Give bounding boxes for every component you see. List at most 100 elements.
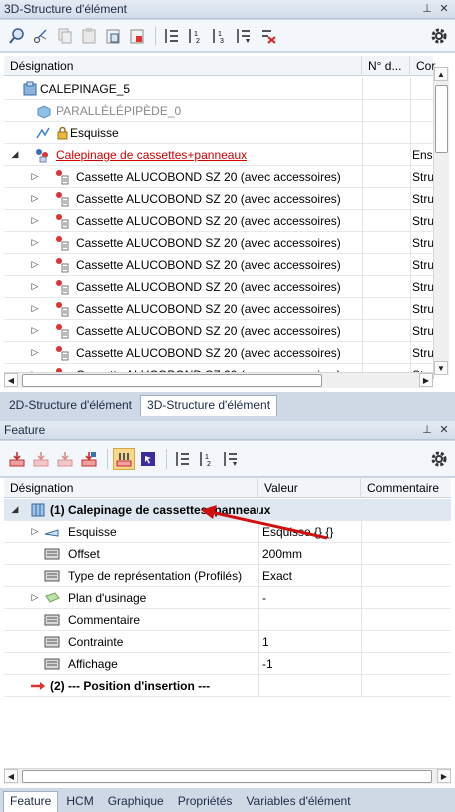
tree-horizontal-scrollbar[interactable]: ◀ ▶ [4, 372, 433, 388]
feature-recalc-sel-button[interactable] [78, 448, 100, 470]
sort-down-button[interactable] [233, 25, 255, 47]
feature-row-value[interactable]: Exact [262, 565, 358, 587]
expand-icon[interactable]: ▷ [30, 215, 40, 225]
close-icon[interactable]: ✕ [437, 2, 451, 16]
feature-row[interactable]: Contrainte 1 [4, 631, 451, 653]
feature-horizontal-scrollbar[interactable]: ◀ ▶ [4, 768, 451, 784]
tree-row[interactable]: PARALLÉLÉPIPÈDE_0 [4, 100, 433, 122]
feature-row-value[interactable]: 200mm [262, 543, 358, 565]
feature-recalc-button[interactable] [6, 448, 28, 470]
feature-row-comment[interactable] [365, 609, 449, 631]
expand-icon[interactable]: ▷ [30, 193, 40, 203]
collapse-icon[interactable]: ◢ [10, 149, 20, 159]
tab-hcm[interactable]: HCM [60, 792, 99, 812]
column-designation[interactable]: Désignation [4, 478, 258, 498]
feature-settings-gear-icon[interactable] [429, 449, 449, 469]
scroll-up-arrow[interactable]: ▲ [434, 67, 448, 81]
feature-sort-down-button[interactable] [220, 448, 242, 470]
tab-feature[interactable]: Feature [3, 791, 59, 812]
feature-close-icon[interactable]: ✕ [437, 423, 451, 437]
feature-active-toggle-button[interactable] [113, 447, 135, 470]
feature-row[interactable]: Type de représentation (Profilés) Exact [4, 565, 451, 587]
expand-icon[interactable]: ▷ [30, 171, 40, 181]
tree-row[interactable]: ▷ Cassette ALUCOBOND SZ 20 (avec accessoi… [4, 210, 434, 232]
tree-row[interactable]: ▷ Cassette ALUCOBOND SZ 20 (avec accessoi… [4, 254, 434, 276]
cut-button[interactable] [30, 25, 52, 47]
expand-icon[interactable]: ▷ [30, 347, 40, 357]
find-button[interactable] [6, 25, 28, 47]
feature-row-comment[interactable] [365, 565, 449, 587]
expand-icon[interactable]: ▷ [30, 592, 40, 602]
feature-row-comment[interactable] [365, 631, 449, 653]
tree-vscroll-thumb[interactable] [435, 85, 448, 153]
pin-icon[interactable]: ⊥ [420, 2, 434, 16]
feature-pin-icon[interactable]: ⊥ [420, 423, 434, 437]
tree-row-cor: Stru [412, 214, 434, 228]
tab-3d-structure[interactable]: 3D-Structure d'élément [140, 395, 278, 416]
feature-sort-button[interactable] [172, 448, 194, 470]
collapse-icon[interactable]: ◢ [10, 504, 20, 514]
feature-row[interactable]: Offset 200mm [4, 543, 451, 565]
feature-row-value[interactable]: - [262, 587, 358, 609]
tree-vertical-scrollbar[interactable]: ▲ ▼ [433, 67, 449, 375]
feature-row-comment[interactable] [365, 499, 449, 521]
scroll-right-arrow[interactable]: ▶ [419, 373, 433, 387]
column-valeur[interactable]: Valeur [258, 478, 361, 498]
feature-row-comment[interactable] [365, 675, 449, 697]
expand-icon[interactable]: ▷ [30, 237, 40, 247]
scroll-left-arrow[interactable]: ◀ [4, 373, 18, 387]
paste-special-button[interactable] [102, 25, 124, 47]
scroll-down-arrow[interactable]: ▼ [434, 361, 448, 375]
tree-hscroll-thumb[interactable] [22, 374, 322, 387]
tab-2d-structure[interactable]: 2D-Structure d'élément [3, 396, 138, 416]
feature-row-value[interactable]: 1 [262, 631, 358, 653]
tree-row[interactable]: ▷ Cassette ALUCOBOND SZ 20 (avec accessoi… [4, 276, 434, 298]
feature-recalc-all-button[interactable] [54, 448, 76, 470]
expand-icon[interactable]: ▷ [30, 303, 40, 313]
feature-scroll-left-arrow[interactable]: ◀ [4, 769, 18, 783]
feature-row-comment[interactable] [365, 653, 449, 675]
feature-row[interactable]: ▷ Plan d'usinage - [4, 587, 451, 609]
feature-row-comment[interactable] [365, 543, 449, 565]
feature-select-button[interactable] [137, 448, 159, 470]
feature-sort-12-button[interactable]: 12 [196, 448, 218, 470]
tree-row[interactable]: ▷ Cassette ALUCOBOND SZ 20 (avec accessoi… [4, 342, 434, 364]
feature-row-comment[interactable] [365, 521, 449, 543]
feature-row-comment[interactable] [365, 587, 449, 609]
tree-row[interactable]: ▷ Cassette ALUCOBOND SZ 20 (avec accessoi… [4, 298, 434, 320]
feature-row-value[interactable] [262, 609, 358, 631]
feature-scroll-right-arrow[interactable]: ▶ [437, 769, 451, 783]
feature-row[interactable]: Commentaire [4, 609, 451, 631]
settings-gear-icon[interactable] [429, 26, 449, 46]
remove-filter-button[interactable] [257, 25, 279, 47]
feature-hscroll-thumb[interactable] [22, 770, 432, 783]
sort-13-button[interactable]: 13 [209, 25, 231, 47]
tab-graphique[interactable]: Graphique [102, 792, 170, 812]
tree-row[interactable]: Esquisse [4, 122, 433, 144]
expand-icon[interactable]: ▷ [30, 325, 40, 335]
column-number[interactable]: N° d... [362, 56, 410, 76]
column-commentaire[interactable]: Commentaire [361, 478, 451, 498]
feature-row-value[interactable] [262, 675, 358, 697]
feature-recalc-grey-button[interactable] [30, 448, 52, 470]
column-designation[interactable]: Désignation [4, 56, 362, 76]
expand-icon[interactable]: ▷ [30, 281, 40, 291]
tab-proprietes[interactable]: Propriétés [172, 792, 239, 812]
copy-button[interactable] [54, 25, 76, 47]
paste-into-button[interactable] [126, 25, 148, 47]
sort-12-button[interactable]: 12 [185, 25, 207, 47]
expand-icon[interactable]: ▷ [30, 526, 40, 536]
tree-row[interactable]: ▷ Cassette ALUCOBOND SZ 20 (avec accessoi… [4, 232, 434, 254]
tree-row[interactable]: CALEPINAGE_5 [4, 78, 433, 100]
tree-row[interactable]: ▷ Cassette ALUCOBOND SZ 20 (avec accessoi… [4, 166, 434, 188]
feature-row[interactable]: Affichage -1 [4, 653, 451, 675]
sort-button[interactable] [161, 25, 183, 47]
expand-icon[interactable]: ▷ [30, 259, 40, 269]
tab-variables-element[interactable]: Variables d'élément [240, 792, 356, 812]
tree-row[interactable]: ▷ Cassette ALUCOBOND SZ 20 (avec accessoi… [4, 188, 434, 210]
feature-row-value[interactable]: -1 [262, 653, 358, 675]
tree-row[interactable]: ▷ Cassette ALUCOBOND SZ 20 (avec accessoi… [4, 320, 434, 342]
tree-row[interactable]: ◢ Calepinage de cassettes+panneaux Ense [4, 144, 434, 166]
paste-button[interactable] [78, 25, 100, 47]
feature-row[interactable]: (2) --- Position d'insertion --- [4, 675, 451, 697]
